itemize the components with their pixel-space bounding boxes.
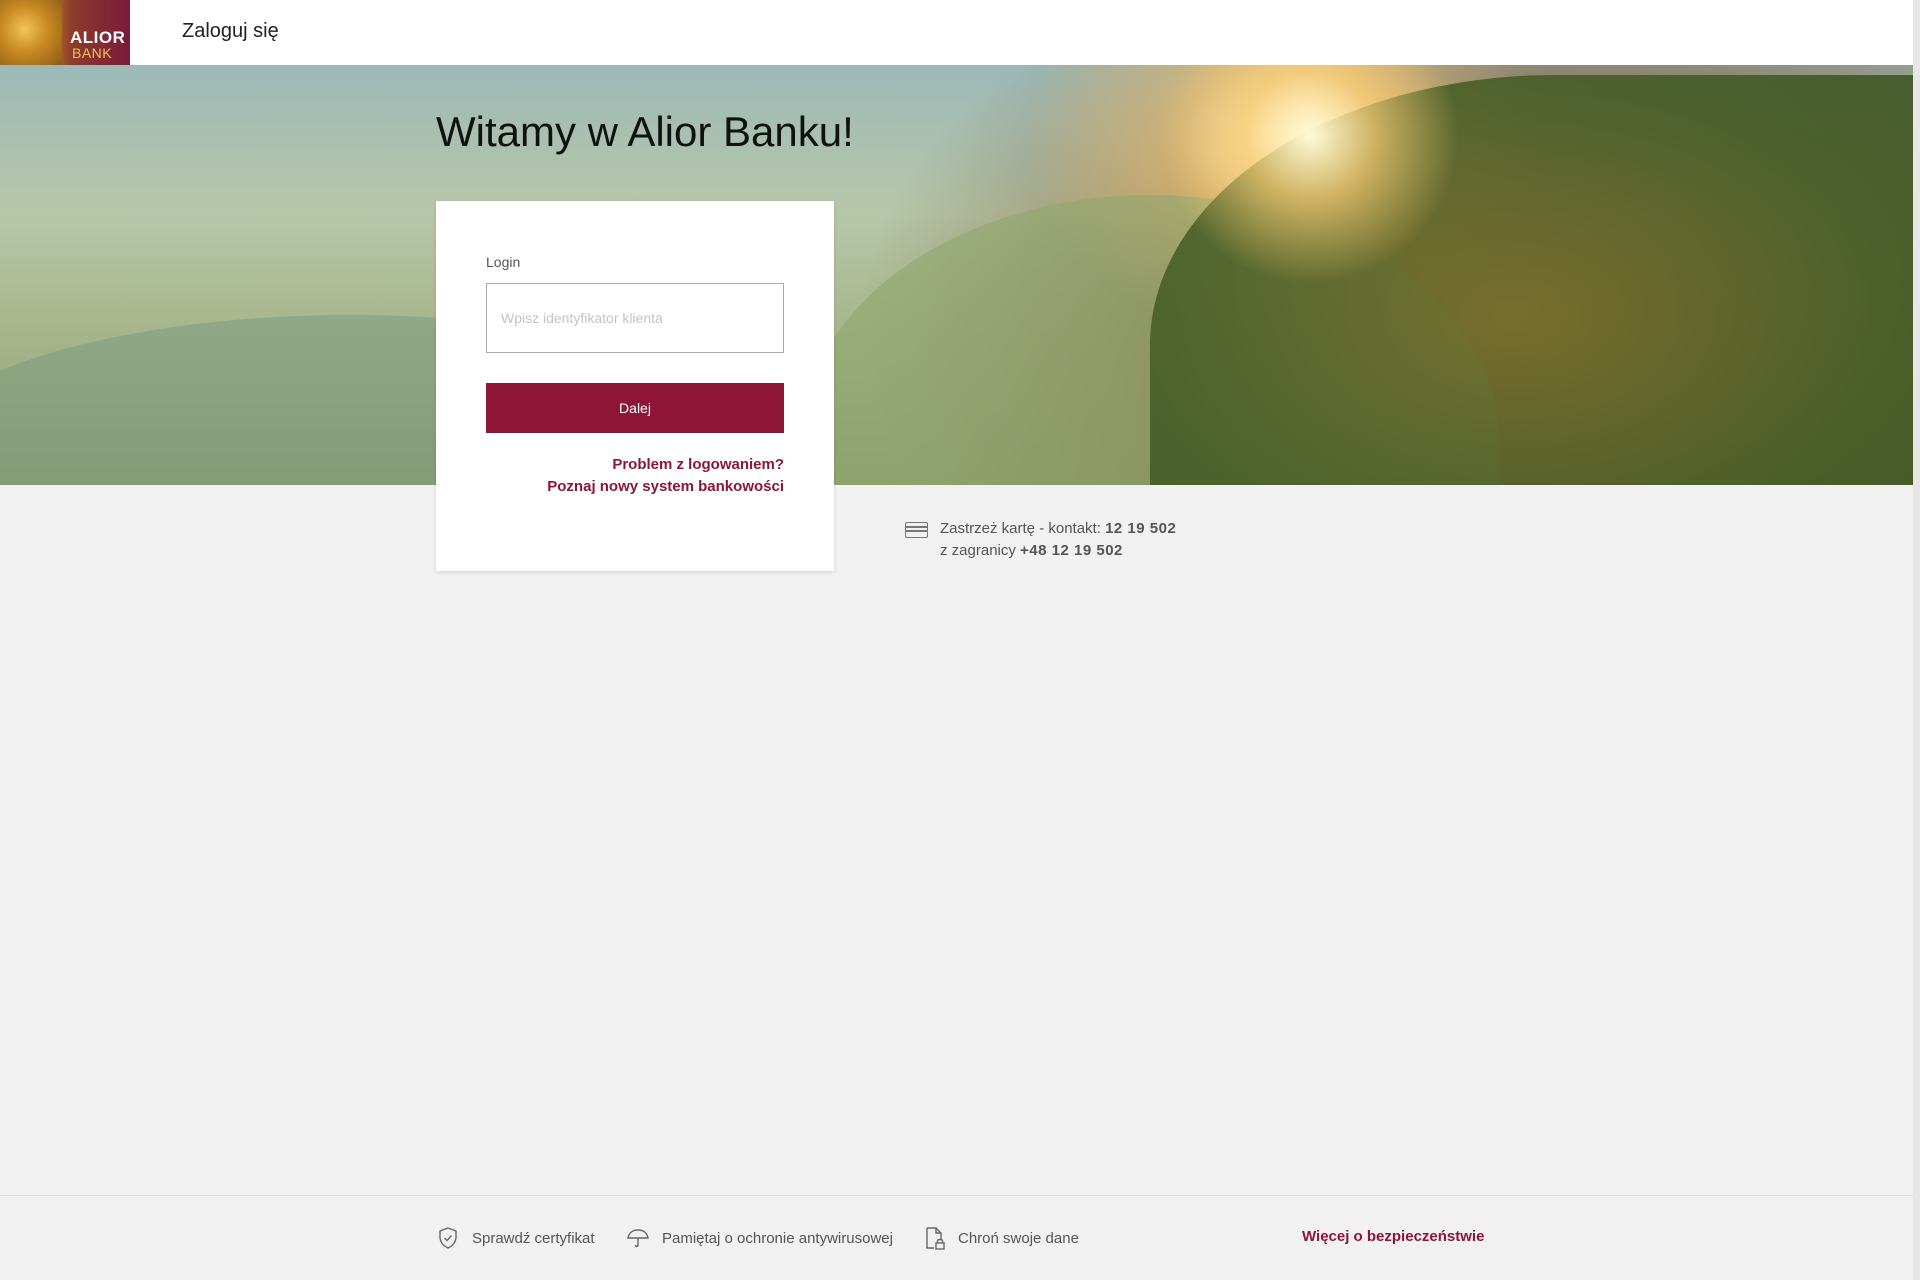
- security-footer: Sprawdź certyfikat Pamiętaj o ochronie a…: [0, 1195, 1913, 1280]
- hero-banner: [0, 65, 1913, 485]
- more-security-link[interactable]: Więcej o bezpieczeństwie: [1302, 1228, 1484, 1245]
- logo-emblem-icon: [0, 0, 62, 65]
- document-lock-icon: [926, 1227, 945, 1250]
- logo-word-bank: BANK: [72, 45, 113, 61]
- alior-bank-logo[interactable]: ALIOR BANK: [0, 0, 130, 65]
- login-card: Login Dalej Problem z logowaniem? Poznaj…: [436, 201, 834, 571]
- footer-item-data-protection[interactable]: Chroń swoje dane: [922, 1226, 1079, 1250]
- umbrella-icon: [627, 1229, 649, 1248]
- welcome-heading: Witamy w Alior Banku!: [436, 108, 854, 155]
- login-label: Login: [486, 254, 521, 270]
- contact-line-abroad: z zagranicy +48 12 19 502: [940, 540, 1176, 562]
- login-problem-link[interactable]: Problem z logowaniem?: [612, 456, 784, 473]
- next-button[interactable]: Dalej: [486, 383, 784, 433]
- footer-item-label: Sprawdź certyfikat: [472, 1229, 595, 1247]
- contact-number-abroad: +48 12 19 502: [1020, 542, 1123, 559]
- header-title: Zaloguj się: [182, 20, 279, 42]
- new-system-link[interactable]: Poznaj nowy system bankowości: [547, 478, 784, 495]
- contact-label-abroad: z zagranicy: [940, 542, 1021, 559]
- footer-item-label: Pamiętaj o ochronie antywirusowej: [662, 1229, 893, 1247]
- shield-check-icon: [439, 1227, 457, 1249]
- contact-number-domestic: 12 19 502: [1105, 520, 1177, 537]
- contact-label-domestic: Zastrzeż kartę - kontakt:: [940, 520, 1106, 537]
- footer-item-label: Chroń swoje dane: [958, 1229, 1079, 1247]
- contact-line-domestic: Zastrzeż kartę - kontakt: 12 19 502: [940, 518, 1176, 540]
- card-icon: [905, 522, 928, 538]
- hero-sun: [1160, 65, 1460, 285]
- footer-item-antivirus[interactable]: Pamiętaj o ochronie antywirusowej: [626, 1226, 893, 1250]
- scrollbar[interactable]: [1913, 0, 1920, 1280]
- footer-item-certificate[interactable]: Sprawdź certyfikat: [436, 1226, 595, 1250]
- login-input[interactable]: [486, 283, 784, 353]
- top-header: ALIOR BANK Zaloguj się: [0, 0, 1913, 65]
